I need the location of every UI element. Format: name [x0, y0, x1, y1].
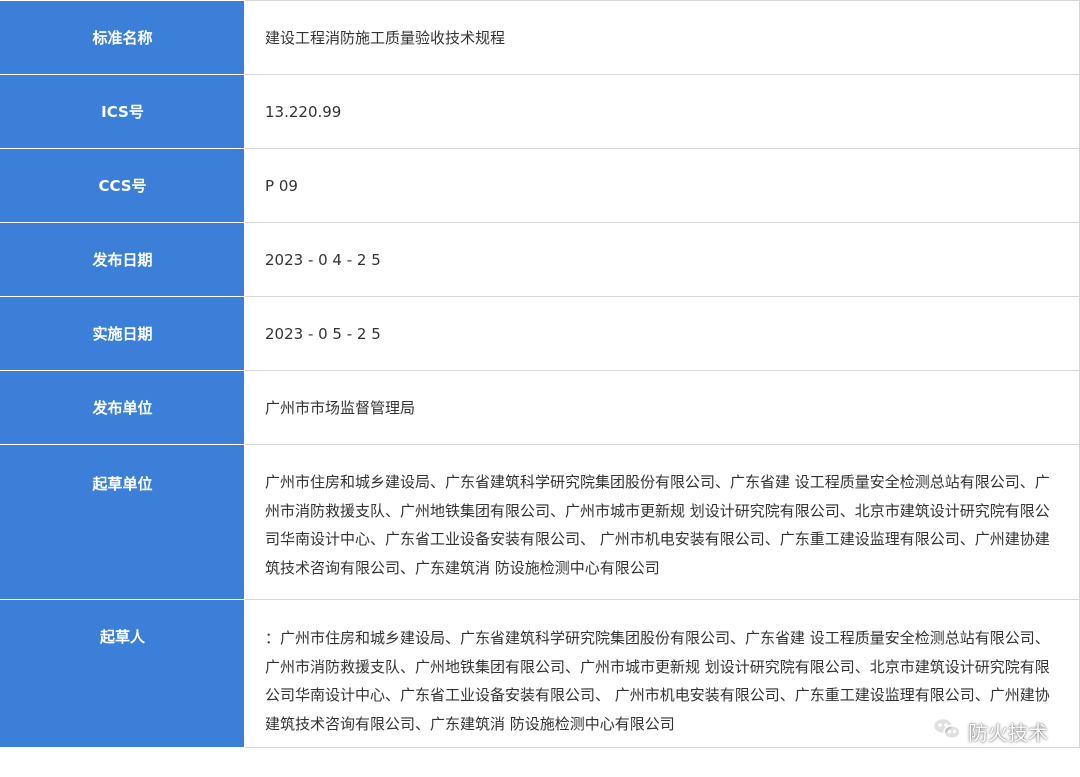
table-row: CCS号 P 09 [0, 148, 1080, 223]
table-row: 发布单位 广州市市场监督管理局 [0, 370, 1080, 445]
row-value: 广州市市场监督管理局 [244, 370, 1080, 445]
row-value: 2023 - 0 5 - 2 5 [244, 296, 1080, 371]
row-value: 广州市住房和城乡建设局、广东省建筑科学研究院集团股份有限公司、广东省建 设工程质… [244, 444, 1080, 600]
wechat-icon [932, 716, 962, 747]
row-value: 建设工程消防施工质量验收技术规程 [244, 0, 1080, 75]
watermark-text: 防火技术 [968, 721, 1048, 745]
row-value: 2023 - 0 4 - 2 5 [244, 222, 1080, 297]
row-label: 实施日期 [0, 296, 245, 371]
row-label: 起草单位 [0, 444, 245, 600]
row-label: CCS号 [0, 148, 245, 223]
row-label: 发布单位 [0, 370, 245, 445]
row-label: ICS号 [0, 74, 245, 149]
row-label: 起草人 [0, 598, 245, 748]
table-row: 实施日期 2023 - 0 5 - 2 5 [0, 296, 1080, 371]
table-row: 发布日期 2023 - 0 4 - 2 5 [0, 222, 1080, 297]
standard-info-table: 标准名称 建设工程消防施工质量验收技术规程 ICS号 13.220.99 CCS… [0, 0, 1080, 748]
table-row: 起草单位 广州市住房和城乡建设局、广东省建筑科学研究院集团股份有限公司、广东省建… [0, 444, 1080, 600]
row-value: P 09 [244, 148, 1080, 223]
table-row: 起草人 ：广州市住房和城乡建设局、广东省建筑科学研究院集团股份有限公司、广东省建… [0, 598, 1080, 748]
row-label: 发布日期 [0, 222, 245, 297]
row-value: 13.220.99 [244, 74, 1080, 149]
row-label: 标准名称 [0, 0, 245, 75]
table-row: ICS号 13.220.99 [0, 74, 1080, 149]
watermark: 防火技术 [932, 716, 1048, 747]
table-row: 标准名称 建设工程消防施工质量验收技术规程 [0, 0, 1080, 75]
